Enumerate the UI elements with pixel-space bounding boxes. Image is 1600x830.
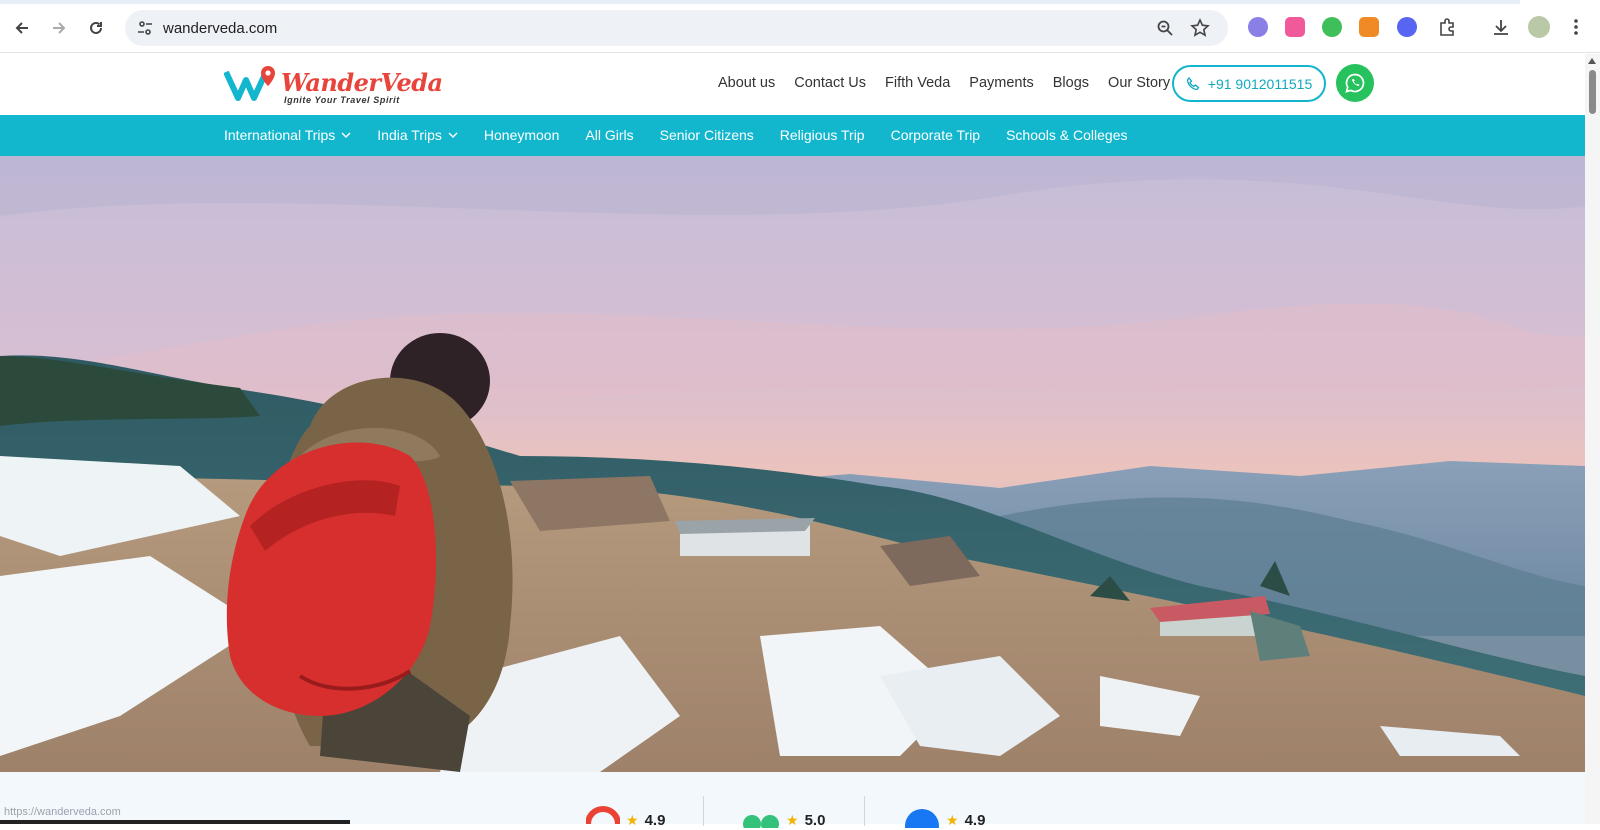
chevron-down-icon bbox=[448, 132, 458, 138]
reload-icon[interactable] bbox=[82, 14, 110, 42]
brand-name: WanderVeda bbox=[281, 68, 443, 97]
url-text[interactable]: wanderveda.com bbox=[163, 20, 277, 37]
menu-label: Schools & Colleges bbox=[1006, 127, 1128, 143]
scrollbar-thumb[interactable] bbox=[1589, 70, 1596, 114]
ratings-strip: ★ 4.9 ★ 5.0 ★ 4.9 bbox=[0, 772, 1585, 829]
bottom-bar bbox=[0, 820, 350, 824]
menu-corporate-trip[interactable]: Corporate Trip bbox=[891, 127, 980, 143]
menu-religious-trip[interactable]: Religious Trip bbox=[780, 127, 865, 143]
browser-toolbar: wanderveda.com bbox=[0, 0, 1600, 53]
bookmark-star-icon[interactable] bbox=[1190, 18, 1210, 43]
menu-label: Religious Trip bbox=[779, 127, 865, 143]
extensions-icon[interactable] bbox=[1436, 16, 1458, 38]
phone-button[interactable]: +91 9012011515 bbox=[1172, 65, 1326, 102]
star-icon: ★ bbox=[946, 811, 959, 828]
menu-label: Senior Citizens bbox=[659, 127, 754, 143]
download-icon[interactable] bbox=[1490, 16, 1512, 38]
menu-honeymoon[interactable]: Honeymoon bbox=[484, 127, 560, 143]
menu-icon[interactable] bbox=[1565, 16, 1587, 38]
extension-icon[interactable] bbox=[1397, 17, 1417, 37]
nav-link-about[interactable]: About us bbox=[718, 75, 775, 91]
hero-scene bbox=[0, 156, 1585, 772]
nav-link-our-story[interactable]: Our Story bbox=[1108, 75, 1170, 91]
menu-label: All Girls bbox=[585, 127, 634, 143]
menu-label: Honeymoon bbox=[483, 127, 560, 143]
rating-value: 5.0 bbox=[804, 811, 826, 829]
menu-international-trips[interactable]: International Trips bbox=[224, 127, 351, 143]
phone-icon bbox=[1186, 76, 1200, 90]
site-info-icon[interactable] bbox=[137, 20, 153, 41]
menu-label: Corporate Trip bbox=[890, 127, 981, 143]
google-icon bbox=[586, 806, 620, 825]
logo-mark-icon bbox=[224, 66, 275, 101]
brand-tagline: Ignite Your Travel Spirit bbox=[284, 95, 400, 105]
logo[interactable]: WanderVeda Ignite Your Travel Spirit bbox=[224, 64, 443, 105]
menu-label: International Trips bbox=[224, 127, 336, 143]
nav-link-contact[interactable]: Contact Us bbox=[794, 75, 866, 91]
site-header: WanderVeda Ignite Your Travel Spirit Abo… bbox=[0, 54, 1585, 115]
zoom-icon[interactable] bbox=[1156, 19, 1174, 42]
rating-value: 4.9 bbox=[644, 811, 666, 829]
extension-icon[interactable] bbox=[1248, 17, 1268, 37]
menu-schools-colleges[interactable]: Schools & Colleges bbox=[1006, 127, 1127, 143]
menu-all-girls[interactable]: All Girls bbox=[585, 127, 633, 143]
nav-link-payments[interactable]: Payments bbox=[969, 75, 1033, 91]
extension-icon[interactable] bbox=[1285, 17, 1305, 37]
divider bbox=[864, 796, 865, 826]
status-bar-url: https://wanderveda.com bbox=[4, 806, 121, 818]
hero-video[interactable] bbox=[0, 156, 1585, 772]
star-icon: ★ bbox=[626, 811, 639, 828]
whatsapp-button[interactable] bbox=[1336, 64, 1374, 102]
address-bar[interactable]: wanderveda.com bbox=[125, 10, 1228, 46]
divider bbox=[703, 796, 704, 826]
category-menu: International Trips India Trips Honeymoo… bbox=[0, 115, 1585, 156]
rating-google[interactable]: ★ 4.9 bbox=[586, 806, 666, 830]
tripadvisor-icon bbox=[743, 815, 779, 828]
whatsapp-icon bbox=[1345, 73, 1365, 93]
menu-senior-citizens[interactable]: Senior Citizens bbox=[660, 127, 754, 143]
phone-number: +91 9012011515 bbox=[1207, 75, 1313, 92]
extension-icon[interactable] bbox=[1322, 17, 1342, 37]
menu-india-trips[interactable]: India Trips bbox=[377, 127, 458, 143]
nav-link-fifth-veda[interactable]: Fifth Veda bbox=[885, 75, 950, 91]
top-nav: About us Contact Us Fifth Veda Payments … bbox=[718, 75, 1170, 91]
rating-facebook[interactable]: ★ 4.9 bbox=[904, 809, 986, 830]
tab-strip-edge bbox=[0, 0, 1520, 4]
profile-avatar[interactable] bbox=[1528, 16, 1550, 38]
star-icon: ★ bbox=[786, 811, 799, 828]
metamask-icon[interactable] bbox=[1359, 17, 1379, 37]
menu-label: India Trips bbox=[377, 127, 442, 143]
back-icon[interactable] bbox=[8, 14, 36, 42]
chevron-down-icon bbox=[341, 132, 351, 138]
nav-link-blogs[interactable]: Blogs bbox=[1053, 75, 1089, 91]
forward-icon[interactable] bbox=[45, 14, 73, 42]
scroll-up-arrow-icon[interactable] bbox=[1588, 58, 1596, 64]
scrollbar[interactable] bbox=[1585, 54, 1600, 824]
rating-tripadvisor[interactable]: ★ 5.0 bbox=[742, 810, 825, 830]
facebook-icon bbox=[905, 809, 939, 828]
rating-value: 4.9 bbox=[964, 811, 986, 829]
